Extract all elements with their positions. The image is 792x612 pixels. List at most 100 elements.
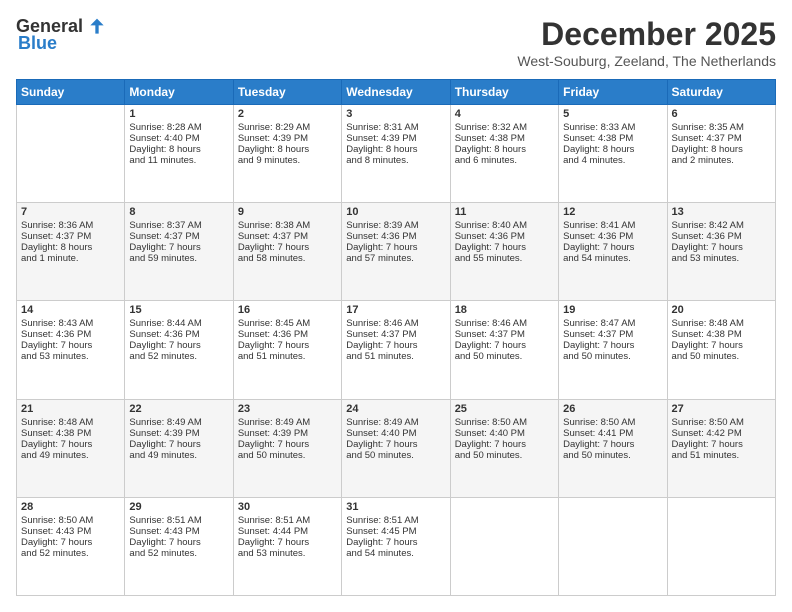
title-block: December 2025 West-Souburg, Zeeland, The… — [517, 16, 776, 69]
cell-text: Daylight: 7 hours — [238, 439, 337, 450]
cell-text: Sunset: 4:36 PM — [238, 329, 337, 340]
day-number: 25 — [455, 403, 554, 415]
day-number: 11 — [455, 206, 554, 218]
cell-text: and 50 minutes. — [238, 450, 337, 461]
cell-text: and 52 minutes. — [129, 548, 228, 559]
cell-text: and 50 minutes. — [455, 351, 554, 362]
day-number: 26 — [563, 403, 662, 415]
cell-text: Daylight: 8 hours — [346, 144, 445, 155]
day-number: 28 — [21, 501, 120, 513]
calendar-cell: 30Sunrise: 8:51 AMSunset: 4:44 PMDayligh… — [233, 497, 341, 595]
logo: General Blue — [16, 16, 107, 54]
day-number: 4 — [455, 108, 554, 120]
cell-text: Daylight: 7 hours — [21, 537, 120, 548]
calendar-cell: 7Sunrise: 8:36 AMSunset: 4:37 PMDaylight… — [17, 203, 125, 301]
calendar-cell: 10Sunrise: 8:39 AMSunset: 4:36 PMDayligh… — [342, 203, 450, 301]
calendar-cell: 17Sunrise: 8:46 AMSunset: 4:37 PMDayligh… — [342, 301, 450, 399]
cell-text: and 2 minutes. — [672, 155, 771, 166]
day-number: 10 — [346, 206, 445, 218]
day-number: 30 — [238, 501, 337, 513]
logo-blue: Blue — [18, 33, 57, 54]
cell-text: and 51 minutes. — [238, 351, 337, 362]
calendar-week-row: 1Sunrise: 8:28 AMSunset: 4:40 PMDaylight… — [17, 105, 776, 203]
calendar-header-tuesday: Tuesday — [233, 80, 341, 105]
cell-text: and 11 minutes. — [129, 155, 228, 166]
day-number: 14 — [21, 304, 120, 316]
calendar-cell: 26Sunrise: 8:50 AMSunset: 4:41 PMDayligh… — [559, 399, 667, 497]
cell-text: Sunset: 4:44 PM — [238, 526, 337, 537]
cell-text: Daylight: 8 hours — [21, 242, 120, 253]
cell-text: Daylight: 7 hours — [129, 242, 228, 253]
cell-text: Sunrise: 8:29 AM — [238, 122, 337, 133]
calendar-cell: 13Sunrise: 8:42 AMSunset: 4:36 PMDayligh… — [667, 203, 775, 301]
cell-text: and 50 minutes. — [346, 450, 445, 461]
day-number: 16 — [238, 304, 337, 316]
month-title: December 2025 — [517, 16, 776, 53]
cell-text: Sunrise: 8:38 AM — [238, 220, 337, 231]
calendar-cell: 29Sunrise: 8:51 AMSunset: 4:43 PMDayligh… — [125, 497, 233, 595]
calendar-cell: 3Sunrise: 8:31 AMSunset: 4:39 PMDaylight… — [342, 105, 450, 203]
day-number: 29 — [129, 501, 228, 513]
cell-text: Daylight: 8 hours — [563, 144, 662, 155]
cell-text: Daylight: 7 hours — [563, 439, 662, 450]
page: General Blue December 2025 West-Souburg,… — [0, 0, 792, 612]
day-number: 17 — [346, 304, 445, 316]
cell-text: Sunset: 4:40 PM — [455, 428, 554, 439]
header: General Blue December 2025 West-Souburg,… — [16, 16, 776, 69]
cell-text: Sunset: 4:43 PM — [129, 526, 228, 537]
day-number: 21 — [21, 403, 120, 415]
calendar-cell: 11Sunrise: 8:40 AMSunset: 4:36 PMDayligh… — [450, 203, 558, 301]
cell-text: Sunrise: 8:40 AM — [455, 220, 554, 231]
calendar-cell: 9Sunrise: 8:38 AMSunset: 4:37 PMDaylight… — [233, 203, 341, 301]
cell-text: and 50 minutes. — [563, 450, 662, 461]
cell-text: Sunset: 4:36 PM — [129, 329, 228, 340]
calendar-cell: 20Sunrise: 8:48 AMSunset: 4:38 PMDayligh… — [667, 301, 775, 399]
cell-text: Sunset: 4:39 PM — [129, 428, 228, 439]
calendar-cell: 1Sunrise: 8:28 AMSunset: 4:40 PMDaylight… — [125, 105, 233, 203]
cell-text: Sunrise: 8:37 AM — [129, 220, 228, 231]
cell-text: Daylight: 7 hours — [455, 439, 554, 450]
day-number: 31 — [346, 501, 445, 513]
cell-text: Sunrise: 8:39 AM — [346, 220, 445, 231]
calendar-cell: 27Sunrise: 8:50 AMSunset: 4:42 PMDayligh… — [667, 399, 775, 497]
calendar-week-row: 28Sunrise: 8:50 AMSunset: 4:43 PMDayligh… — [17, 497, 776, 595]
calendar-header-saturday: Saturday — [667, 80, 775, 105]
calendar-header-thursday: Thursday — [450, 80, 558, 105]
cell-text: Sunrise: 8:50 AM — [563, 417, 662, 428]
day-number: 18 — [455, 304, 554, 316]
calendar-cell: 25Sunrise: 8:50 AMSunset: 4:40 PMDayligh… — [450, 399, 558, 497]
day-number: 27 — [672, 403, 771, 415]
cell-text: Sunset: 4:37 PM — [21, 231, 120, 242]
cell-text: and 53 minutes. — [672, 253, 771, 264]
day-number: 5 — [563, 108, 662, 120]
cell-text: Daylight: 7 hours — [238, 242, 337, 253]
cell-text: Sunset: 4:37 PM — [238, 231, 337, 242]
day-number: 23 — [238, 403, 337, 415]
day-number: 2 — [238, 108, 337, 120]
cell-text: Sunset: 4:40 PM — [346, 428, 445, 439]
cell-text: Daylight: 7 hours — [129, 537, 228, 548]
cell-text: Sunset: 4:40 PM — [129, 133, 228, 144]
cell-text: Sunset: 4:37 PM — [346, 329, 445, 340]
cell-text: Daylight: 7 hours — [21, 340, 120, 351]
calendar-cell: 8Sunrise: 8:37 AMSunset: 4:37 PMDaylight… — [125, 203, 233, 301]
calendar-cell — [450, 497, 558, 595]
cell-text: and 50 minutes. — [563, 351, 662, 362]
calendar-cell: 24Sunrise: 8:49 AMSunset: 4:40 PMDayligh… — [342, 399, 450, 497]
cell-text: Daylight: 7 hours — [346, 537, 445, 548]
cell-text: Sunrise: 8:45 AM — [238, 318, 337, 329]
day-number: 6 — [672, 108, 771, 120]
cell-text: and 54 minutes. — [563, 253, 662, 264]
day-number: 13 — [672, 206, 771, 218]
cell-text: and 1 minute. — [21, 253, 120, 264]
cell-text: Daylight: 7 hours — [563, 242, 662, 253]
cell-text: Sunrise: 8:49 AM — [238, 417, 337, 428]
cell-text: Sunset: 4:36 PM — [672, 231, 771, 242]
cell-text: Daylight: 8 hours — [129, 144, 228, 155]
calendar-cell: 23Sunrise: 8:49 AMSunset: 4:39 PMDayligh… — [233, 399, 341, 497]
calendar-table: SundayMondayTuesdayWednesdayThursdayFrid… — [16, 79, 776, 596]
subtitle: West-Souburg, Zeeland, The Netherlands — [517, 53, 776, 69]
cell-text: Sunset: 4:36 PM — [21, 329, 120, 340]
day-number: 15 — [129, 304, 228, 316]
cell-text: Sunrise: 8:43 AM — [21, 318, 120, 329]
